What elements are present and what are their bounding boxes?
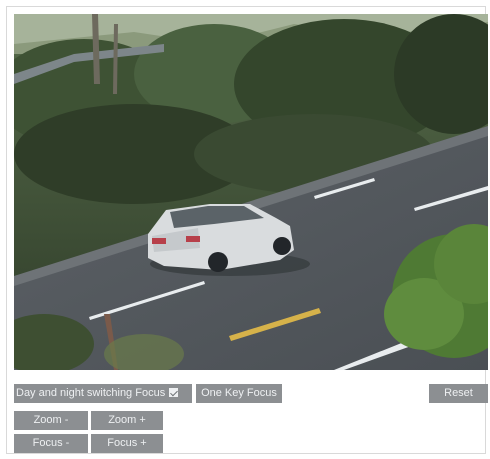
day-night-switching-focus-button[interactable]: Day and night switching Focus [14, 384, 192, 403]
day-night-switching-focus-label: Day and night switching Focus [16, 387, 166, 399]
day-night-switching-focus-checkbox[interactable] [169, 388, 179, 397]
one-key-focus-button[interactable]: One Key Focus [196, 384, 282, 403]
video-preview[interactable] [14, 14, 488, 370]
focus-minus-button[interactable]: Focus - [14, 434, 88, 453]
zoom-minus-button[interactable]: Zoom - [14, 411, 88, 430]
camera-feed-image [14, 14, 488, 370]
reset-button[interactable]: Reset [429, 384, 488, 403]
zoom-plus-button[interactable]: Zoom + [91, 411, 163, 430]
focus-plus-button[interactable]: Focus + [91, 434, 163, 453]
